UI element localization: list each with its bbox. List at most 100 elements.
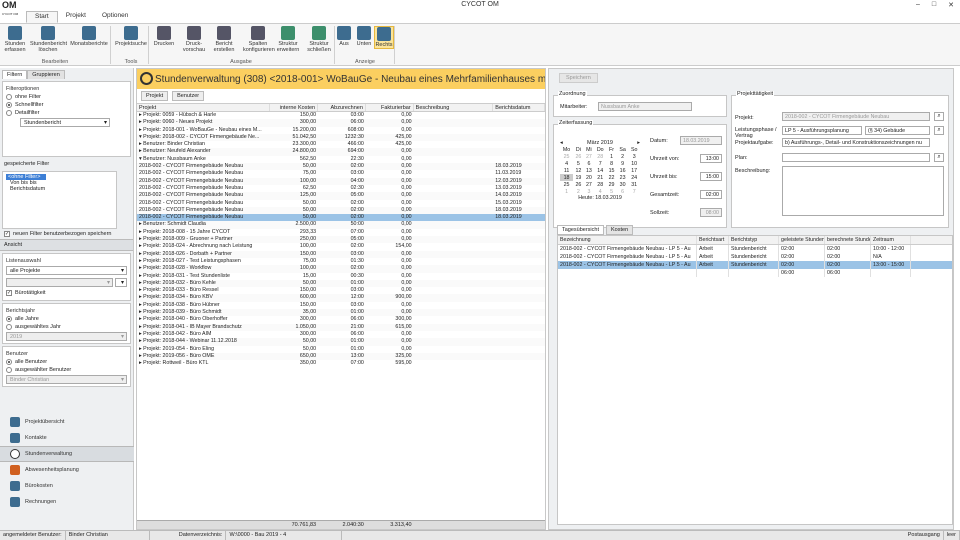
tab-kosten[interactable]: Kosten [606,225,634,235]
search-icon[interactable]: ⌕ [934,112,944,121]
stundenbericht-loeschen-button[interactable]: Stundenbericht löschen [30,26,67,53]
calendar-day[interactable]: 27 [584,153,595,160]
calendar-day[interactable]: 25 [560,181,573,188]
calendar-day[interactable]: 21 [594,174,606,181]
calendar-day[interactable]: 24 [628,174,640,181]
calendar-day[interactable]: 15 [606,167,617,174]
radio-ausgewaehltes-jahr[interactable]: ausgewähltes Jahr [6,324,127,330]
date-picker-calendar[interactable]: ◂ März 2019 ▸ Mo Di Mi Do Fr Sa So 25 26 27 28 1 2 3 4 5 6… [560,140,640,201]
nav-projektuebersicht[interactable]: Projektübersicht [0,414,134,430]
grid-col-header[interactable]: Berichtsart [697,236,729,244]
calendar-day[interactable]: 8 [606,160,617,167]
table-row[interactable]: ▸ Projekt: 2019-054 - Büro Eling 50,00 01:… [137,346,545,353]
vertrag-select[interactable]: (§ 34) Gebäude [865,126,930,135]
grid-col-header[interactable]: geleistete Stunden [779,236,825,244]
struktur-erweitern-button[interactable]: Struktur erweitern [275,26,301,53]
calendar-day[interactable]: 3 [628,153,640,160]
anzeige-unten-button[interactable]: Unten [355,26,373,47]
col-projekt[interactable]: Projekt [137,104,271,111]
grid-col-header[interactable]: Zeitraum [871,236,911,244]
calendar-day[interactable]: 1 [606,153,617,160]
leistungsphase-select[interactable]: LP 5 - Ausführungsplanung [782,126,862,135]
datum-field[interactable]: 18.03.2019 [680,136,722,145]
radio-ausgewaehlter-benutzer[interactable]: ausgewählter Benutzer [6,367,127,373]
table-row[interactable]: ▸ Projekt: 2018-001 - WoBauGe - Neubau e… [137,127,545,134]
minimize-button[interactable]: – [916,1,920,9]
table-row[interactable]: ▸ Benutzer: Neufeld Alexander 24.800,00 69… [137,148,545,156]
maximize-button[interactable]: □ [932,1,936,9]
calendar-day[interactable]: 30 [617,181,629,188]
sollzeit-field[interactable]: 08:00 [700,208,722,217]
anzeige-rechts-button[interactable]: Rechts [374,26,394,49]
table-row[interactable]: ▾ Projekt: 2018-002 - CYCOT Firmengebäud… [137,133,545,142]
calendar-day[interactable]: 14 [594,167,606,174]
ansicht-header[interactable]: Ansicht [0,239,133,251]
calendar-today[interactable]: Heute: 18.03.2019 [560,195,640,201]
saved-filter-item[interactable]: Berichtsdatum [6,186,113,192]
radio-detailfilter[interactable]: Detailfilter [6,110,127,116]
spalten-konfigurieren-button[interactable]: Spalten konfigurieren [243,26,275,53]
table-row[interactable]: ▸ Projekt: 2018-027 - Test Leistungsphas… [137,258,545,265]
table-row[interactable]: 2018-002 - CYCOT Firmengebäude Neubau 50,… [137,200,545,207]
calendar-day[interactable]: 7 [594,160,606,167]
table-row[interactable]: ▸ Benutzer: Binder Christian 23.300,00 466… [137,141,545,148]
table-row[interactable]: ▸ Benutzer: Schmidt Claudia 2.500,00 50:00… [137,221,545,229]
calendar-day[interactable]: 11 [560,167,573,174]
nav-abwesenheitsplanung[interactable]: Abwesenheitsplanung [0,462,134,478]
table-row[interactable]: ▸ Projekt: 2018-040 - Büro Oberhoffer 300… [137,316,545,323]
table-row[interactable]: 2018-002 - CYCOT Firmengebäude Neubau 62,… [137,185,545,192]
calendar-day[interactable]: 1 [560,188,573,195]
table-row[interactable]: ▸ Projekt: 0060 - Neues Projekt 300,00 06:… [137,119,545,127]
radio-schnellfilter[interactable]: Schnellfilter [6,102,127,108]
table-row[interactable]: ▸ Projekt: 2018-039 - Büro Schmidt 35,00 0… [137,309,545,317]
table-row[interactable]: ▸ Projekt: 2018-042 - Büro AIM 300,00 06:0… [137,331,545,338]
table-row[interactable]: ▸ Projekt: Rottweil - Büro KTL 350,00 07:0… [137,360,545,367]
grid-row[interactable]: 2018-002 - CYCOT Firmengebäude Neubau - … [558,261,952,269]
table-row[interactable]: 2018-002 - CYCOT Firmengebäude Neubau 125… [137,192,545,200]
table-row[interactable]: ▸ Projekt: 0059 - Hübsch & Harle 150,00 03… [137,112,545,119]
table-row[interactable]: ▸ Projekt: 2018-031 - Test Stundenliste 1… [137,273,545,280]
calendar-day[interactable]: 4 [594,188,606,195]
table-row[interactable]: ▸ Projekt: 2018-032 - Büro Kehle 50,00 01:… [137,279,545,288]
calendar-day[interactable]: 2 [573,188,584,195]
calendar-day[interactable]: 4 [560,160,573,167]
drucken-button[interactable]: Drucken [152,26,176,47]
anzeige-aus-button[interactable]: Aus [335,26,353,47]
beschreibung-textarea[interactable] [782,166,944,216]
table-row[interactable]: ▸ Projekt: 2018-038 - Büro Hübner 150,00 0… [137,302,545,309]
calendar-day[interactable]: 16 [617,167,629,174]
grid-col-header[interactable]: Berichtstyp [729,236,779,244]
next-month-icon[interactable]: ▸ [637,140,640,146]
bericht-erstellen-button[interactable]: Bericht erstellen [210,26,238,53]
calendar-day[interactable]: 18 [560,174,574,181]
search-icon[interactable]: ⌕ [934,126,944,135]
druckvorschau-button[interactable]: Druck- vorschau [180,26,208,53]
nav-stundenverwaltung[interactable]: Stundenverwaltung [0,446,134,462]
uhrzeit-bis-field[interactable]: 15:00 [700,172,722,181]
nav-rechnungen[interactable]: Rechnungen [0,494,134,510]
calendar-day[interactable]: 9 [617,160,629,167]
col-beschreibung[interactable]: Beschreibung [414,104,494,111]
col-abzurechnen[interactable]: Abzurechnen [318,104,366,111]
calendar-day[interactable]: 7 [628,188,640,195]
grid-row[interactable]: 2018-002 - CYCOT Firmengebäude Neubau - … [558,245,952,253]
calendar-day[interactable]: 5 [606,188,617,195]
benutzer-select[interactable]: Binder Christian [6,375,127,384]
search-icon[interactable] [115,278,127,287]
calendar-day[interactable]: 28 [594,153,606,160]
table-row[interactable]: 2018-002 - CYCOT Firmengebäude Neubau 50,… [137,206,545,215]
listen-select[interactable]: alle Projekte [6,266,127,275]
table-row[interactable]: ▸ Projekt: 2018-033 - Büro Ressel 150,00 0… [137,287,545,294]
plan-select[interactable] [782,153,930,162]
nav-kontakte[interactable]: Kontakte [0,430,134,446]
radio-alle-jahre[interactable]: alle Jahre [6,316,127,322]
radio-alle-benutzer[interactable]: alle Benutzer [6,359,127,365]
table-row[interactable]: ▸ Projekt: 2018-009 - Gruoner + Partner 2… [137,236,545,244]
projektsuche-button[interactable]: Projektsuche [114,26,148,47]
calendar-day[interactable]: 13 [584,167,595,174]
tab-tagesuebersicht[interactable]: Tagesübersicht [557,225,604,235]
table-row[interactable]: ▸ Projekt: 2018-044 - Webinar 11.12.2018… [137,338,545,346]
col-berichtsdatum[interactable]: Berichtsdatum [493,104,546,111]
uhrzeit-von-field[interactable]: 13:00 [700,154,722,163]
detail-select[interactable]: Stundenbericht [20,118,110,127]
